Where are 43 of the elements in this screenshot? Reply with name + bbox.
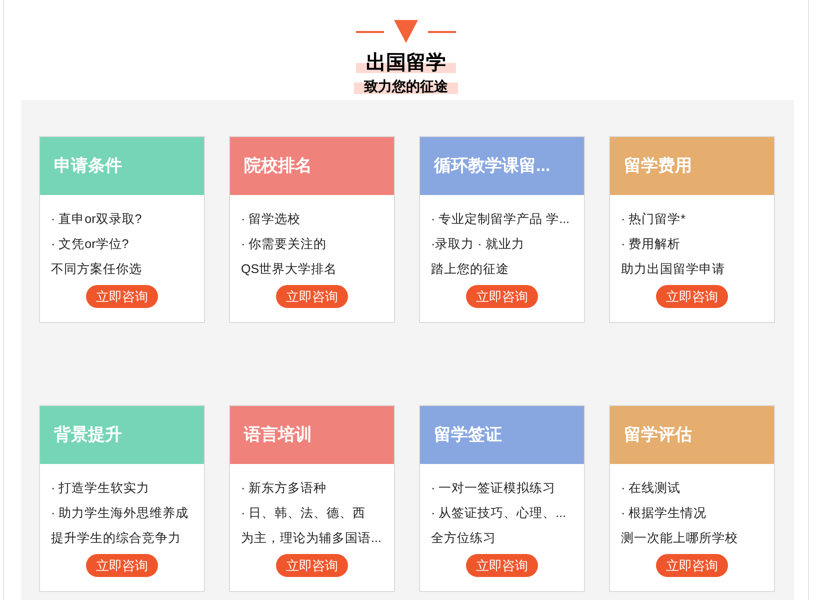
card-text: · 直申or双录取? bbox=[51, 211, 143, 228]
consult-button[interactable]: 立即咨询 bbox=[656, 554, 728, 577]
card-text: 为主，理论为辅多国语... bbox=[241, 530, 382, 547]
card-text: · 热门留学* bbox=[621, 211, 686, 228]
card-title: 留学评估 bbox=[624, 424, 692, 446]
card-text: 全方位练习 bbox=[431, 530, 497, 547]
card-title: 留学签证 bbox=[434, 424, 502, 446]
card-text: ·录取力 · 就业力 bbox=[431, 236, 526, 253]
card-title: 留学费用 bbox=[624, 155, 692, 178]
consult-button[interactable]: 立即咨询 bbox=[656, 285, 728, 308]
card-text: · 根据学生情况 bbox=[621, 505, 708, 522]
card-text: · 打造学生软实力 bbox=[51, 480, 151, 497]
card-text: · 一对一签证模拟练习 bbox=[431, 480, 557, 497]
card-title: 语言培训 bbox=[244, 424, 312, 446]
card-title: 背景提升 bbox=[54, 424, 122, 446]
card-text: · 你需要关注的 bbox=[241, 236, 328, 253]
card-text: 提升学生的综合竞争力 bbox=[51, 530, 182, 547]
card-text: · 从签证技巧、心理、... bbox=[431, 505, 568, 522]
card-text: 不同方案任你选 bbox=[51, 261, 143, 278]
triangle-divider-icon bbox=[356, 20, 456, 44]
consult-button[interactable]: 立即咨询 bbox=[466, 285, 538, 308]
consult-button[interactable]: 立即咨询 bbox=[86, 554, 158, 577]
card-text: 助力出国留学申请 bbox=[621, 261, 726, 278]
section-subtitle: 致力您的征途 bbox=[354, 77, 458, 95]
consult-button[interactable]: 立即咨询 bbox=[276, 285, 348, 308]
card-text: QS世界大学排名 bbox=[241, 261, 338, 278]
card-text: · 助力学生海外思维养成 bbox=[51, 505, 190, 522]
card-title: 循环教学课留... bbox=[434, 155, 550, 178]
card-text: · 新东方多语种 bbox=[241, 480, 328, 497]
card-text: · 费用解析 bbox=[621, 236, 682, 253]
card-text: · 日、韩、法、德、西 bbox=[241, 505, 367, 522]
consult-button[interactable]: 立即咨询 bbox=[86, 285, 158, 308]
card-text: · 在线测试 bbox=[621, 480, 682, 497]
consult-button[interactable]: 立即咨询 bbox=[276, 554, 348, 577]
card-text: 测一次能上哪所学校 bbox=[621, 530, 739, 547]
card-text: · 留学选校 bbox=[241, 211, 302, 228]
card-text: · 专业定制留学产品 学... bbox=[431, 211, 571, 228]
card-title: 申请条件 bbox=[54, 155, 122, 178]
card-title: 院校排名 bbox=[244, 155, 312, 178]
section-title: 出国留学 bbox=[356, 50, 456, 76]
card-text: 踏上您的征途 bbox=[431, 261, 510, 278]
card-text: · 文凭or学位? bbox=[51, 236, 130, 253]
consult-button[interactable]: 立即咨询 bbox=[466, 554, 538, 577]
